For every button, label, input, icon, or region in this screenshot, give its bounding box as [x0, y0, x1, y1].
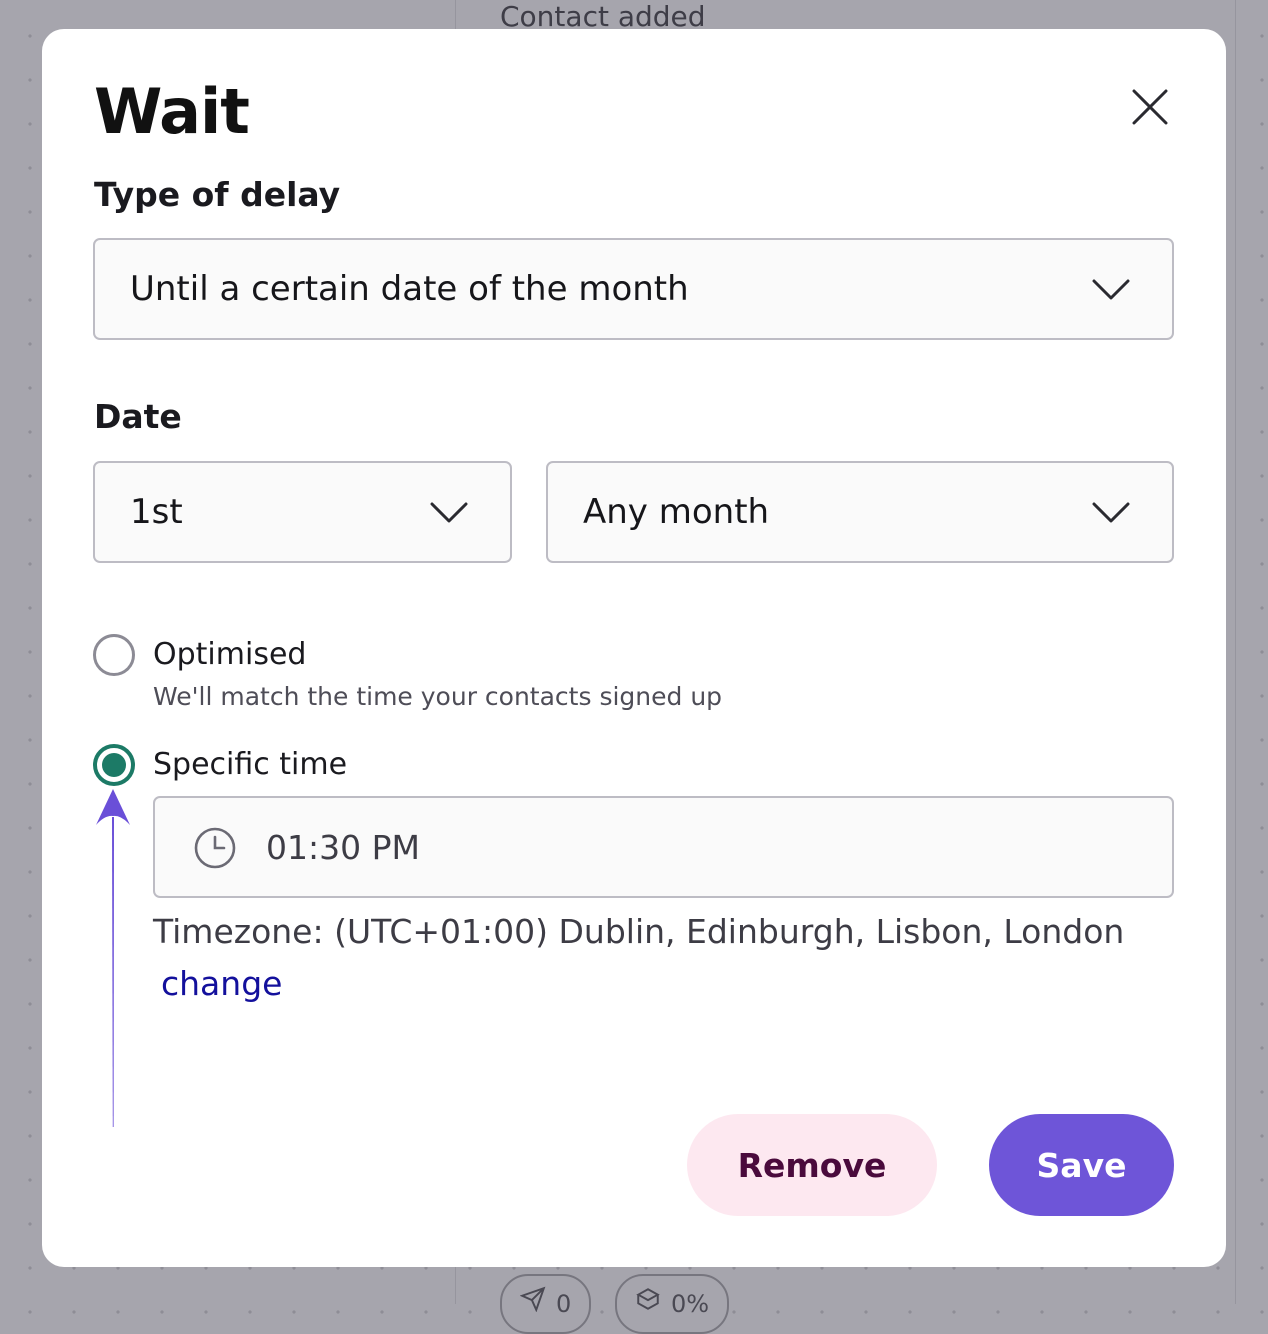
type-of-delay-value: Until a certain date of the month [130, 269, 689, 309]
close-button[interactable] [1128, 85, 1172, 129]
sent-count: 0 [556, 1290, 572, 1318]
time-value: 01:30 PM [266, 828, 420, 867]
month-select[interactable]: Any month [546, 461, 1174, 563]
day-value: 1st [130, 492, 183, 532]
type-of-delay-select[interactable]: Until a certain date of the month [93, 238, 1174, 340]
wait-modal: Wait Type of delay Until a certain date … [42, 29, 1226, 1267]
background-panel-edge-right [1235, 0, 1236, 1304]
clock-icon [194, 827, 236, 869]
background-open-pill: 0% [615, 1274, 730, 1334]
annotation-arrow [96, 789, 130, 1127]
chevron-down-icon [1092, 502, 1130, 523]
chevron-down-icon [1092, 279, 1130, 300]
month-value: Any month [583, 492, 770, 532]
open-rate: 0% [671, 1290, 710, 1318]
specific-time-radio[interactable] [93, 744, 135, 786]
time-input[interactable]: 01:30 PM [153, 796, 1174, 898]
close-icon [1132, 89, 1168, 125]
day-select[interactable]: 1st [93, 461, 512, 563]
optimised-hint: We'll match the time your contacts signe… [153, 682, 723, 711]
save-button[interactable]: Save [989, 1114, 1174, 1216]
timezone-text: Timezone: (UTC+01:00) Dublin, Edinburgh,… [153, 912, 1125, 951]
background-sent-pill: 0 [500, 1274, 592, 1334]
change-timezone-link[interactable]: change [161, 963, 282, 1005]
type-of-delay-label: Type of delay [94, 175, 341, 214]
remove-button[interactable]: Remove [687, 1114, 937, 1216]
send-icon [519, 1279, 546, 1329]
open-box-icon [635, 1279, 661, 1329]
chevron-down-icon [430, 502, 468, 523]
modal-title: Wait [94, 75, 250, 148]
specific-time-label[interactable]: Specific time [153, 747, 347, 783]
optimised-radio[interactable] [93, 634, 135, 676]
optimised-label[interactable]: Optimised [153, 637, 306, 673]
date-label: Date [94, 397, 182, 436]
